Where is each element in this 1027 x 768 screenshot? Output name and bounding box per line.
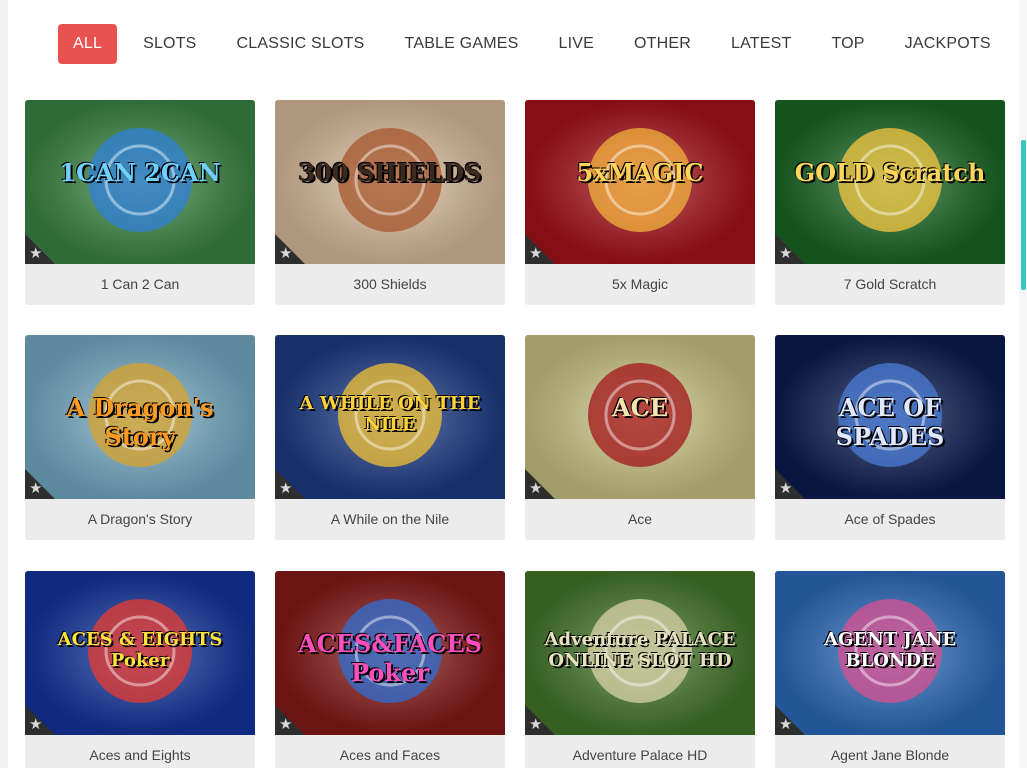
game-logo-text: AGENT JANE BLONDE bbox=[824, 629, 956, 671]
game-logo-text: ACES&FACES Poker bbox=[298, 629, 482, 687]
game-thumbnail[interactable]: 1CAN 2CAN ★ bbox=[25, 100, 255, 264]
game-thumbnail[interactable]: Adventure PALACE ONLINE SLOT HD ★ bbox=[525, 571, 755, 735]
game-logo-text: ACES & EIGHTS Poker bbox=[57, 629, 223, 671]
scrollbar-thumb[interactable] bbox=[1021, 140, 1026, 290]
game-title[interactable]: Adventure Palace HD bbox=[525, 735, 755, 768]
star-icon[interactable]: ★ bbox=[279, 246, 292, 261]
game-thumbnail[interactable]: ACE OF SPADES ★ bbox=[775, 335, 1005, 499]
game-thumbnail[interactable]: GOLD Scratch ★ bbox=[775, 100, 1005, 264]
nav-tab-slots[interactable]: SLOTS bbox=[129, 24, 210, 64]
game-logo-text: A WHILE ON THE NILE bbox=[299, 393, 481, 435]
game-card[interactable]: ACES&FACES Poker ★ Aces and Faces bbox=[275, 571, 505, 768]
game-card[interactable]: ACE OF SPADES ★ Ace of Spades bbox=[775, 335, 1005, 540]
game-thumbnail[interactable]: ACE ★ bbox=[525, 335, 755, 499]
star-icon[interactable]: ★ bbox=[279, 717, 292, 732]
nav-tab-jackpots[interactable]: JACKPOTS bbox=[891, 24, 1005, 64]
game-thumbnail[interactable]: A WHILE ON THE NILE ★ bbox=[275, 335, 505, 499]
nav-tab-all[interactable]: ALL bbox=[58, 24, 118, 64]
game-title[interactable]: 1 Can 2 Can bbox=[25, 264, 255, 305]
nav-tab-classic-slots[interactable]: CLASSIC SLOTS bbox=[223, 24, 379, 64]
game-card[interactable]: ACES & EIGHTS Poker ★ Aces and Eights bbox=[25, 571, 255, 768]
game-logo-text: 1CAN 2CAN bbox=[59, 158, 221, 187]
game-card[interactable]: 5xMAGIC ★ 5x Magic bbox=[525, 100, 755, 305]
game-card[interactable]: 300 SHIELDS ★ 300 Shields bbox=[275, 100, 505, 305]
star-icon[interactable]: ★ bbox=[29, 717, 42, 732]
game-title[interactable]: A Dragon's Story bbox=[25, 499, 255, 540]
game-thumbnail[interactable]: 300 SHIELDS ★ bbox=[275, 100, 505, 264]
game-card[interactable]: AGENT JANE BLONDE ★ Agent Jane Blonde bbox=[775, 571, 1005, 768]
game-thumbnail[interactable]: A Dragon's Story ★ bbox=[25, 335, 255, 499]
star-icon[interactable]: ★ bbox=[779, 717, 792, 732]
game-thumbnail[interactable]: ACES&FACES Poker ★ bbox=[275, 571, 505, 735]
game-card[interactable]: GOLD Scratch ★ 7 Gold Scratch bbox=[775, 100, 1005, 305]
star-icon[interactable]: ★ bbox=[779, 481, 792, 496]
game-title[interactable]: Aces and Eights bbox=[25, 735, 255, 768]
scrollbar[interactable] bbox=[1019, 0, 1027, 768]
nav-tab-other[interactable]: OTHER bbox=[620, 24, 705, 64]
game-thumbnail[interactable]: 5xMAGIC ★ bbox=[525, 100, 755, 264]
star-icon[interactable]: ★ bbox=[529, 717, 542, 732]
category-nav: ALL SLOTS CLASSIC SLOTS TABLE GAMES LIVE OTHE… bbox=[58, 24, 1017, 64]
game-title[interactable]: Ace bbox=[525, 499, 755, 540]
star-icon[interactable]: ★ bbox=[779, 246, 792, 261]
game-logo-text: GOLD Scratch bbox=[794, 158, 986, 187]
game-card[interactable]: ACE ★ Ace bbox=[525, 335, 755, 540]
star-icon[interactable]: ★ bbox=[29, 246, 42, 261]
star-icon[interactable]: ★ bbox=[529, 246, 542, 261]
game-title[interactable]: Agent Jane Blonde bbox=[775, 735, 1005, 768]
game-logo-text: ACE OF SPADES bbox=[835, 393, 945, 451]
game-logo-text: A Dragon's Story bbox=[66, 393, 214, 451]
game-logo-text: 300 SHIELDS bbox=[298, 158, 482, 187]
game-logo-text: Adventure PALACE ONLINE SLOT HD bbox=[544, 629, 736, 671]
star-icon[interactable]: ★ bbox=[529, 481, 542, 496]
game-logo-text: ACE bbox=[611, 393, 668, 422]
left-gutter bbox=[0, 0, 8, 768]
game-title[interactable]: 300 Shields bbox=[275, 264, 505, 305]
game-title[interactable]: 7 Gold Scratch bbox=[775, 264, 1005, 305]
game-card[interactable]: Adventure PALACE ONLINE SLOT HD ★ Adventur… bbox=[525, 571, 755, 768]
nav-tab-latest[interactable]: LATEST bbox=[717, 24, 805, 64]
star-icon[interactable]: ★ bbox=[279, 481, 292, 496]
game-card[interactable]: A WHILE ON THE NILE ★ A While on the Nile bbox=[275, 335, 505, 540]
nav-tab-top[interactable]: TOP bbox=[817, 24, 878, 64]
game-title[interactable]: A While on the Nile bbox=[275, 499, 505, 540]
game-title[interactable]: 5x Magic bbox=[525, 264, 755, 305]
game-title[interactable]: Ace of Spades bbox=[775, 499, 1005, 540]
nav-tab-live[interactable]: LIVE bbox=[544, 24, 608, 64]
game-card[interactable]: A Dragon's Story ★ A Dragon's Story bbox=[25, 335, 255, 540]
game-thumbnail[interactable]: ACES & EIGHTS Poker ★ bbox=[25, 571, 255, 735]
game-card[interactable]: 1CAN 2CAN ★ 1 Can 2 Can bbox=[25, 100, 255, 305]
star-icon[interactable]: ★ bbox=[29, 481, 42, 496]
game-thumbnail[interactable]: AGENT JANE BLONDE ★ bbox=[775, 571, 1005, 735]
game-logo-text: 5xMAGIC bbox=[576, 158, 704, 187]
game-title[interactable]: Aces and Faces bbox=[275, 735, 505, 768]
nav-tab-table-games[interactable]: TABLE GAMES bbox=[391, 24, 533, 64]
